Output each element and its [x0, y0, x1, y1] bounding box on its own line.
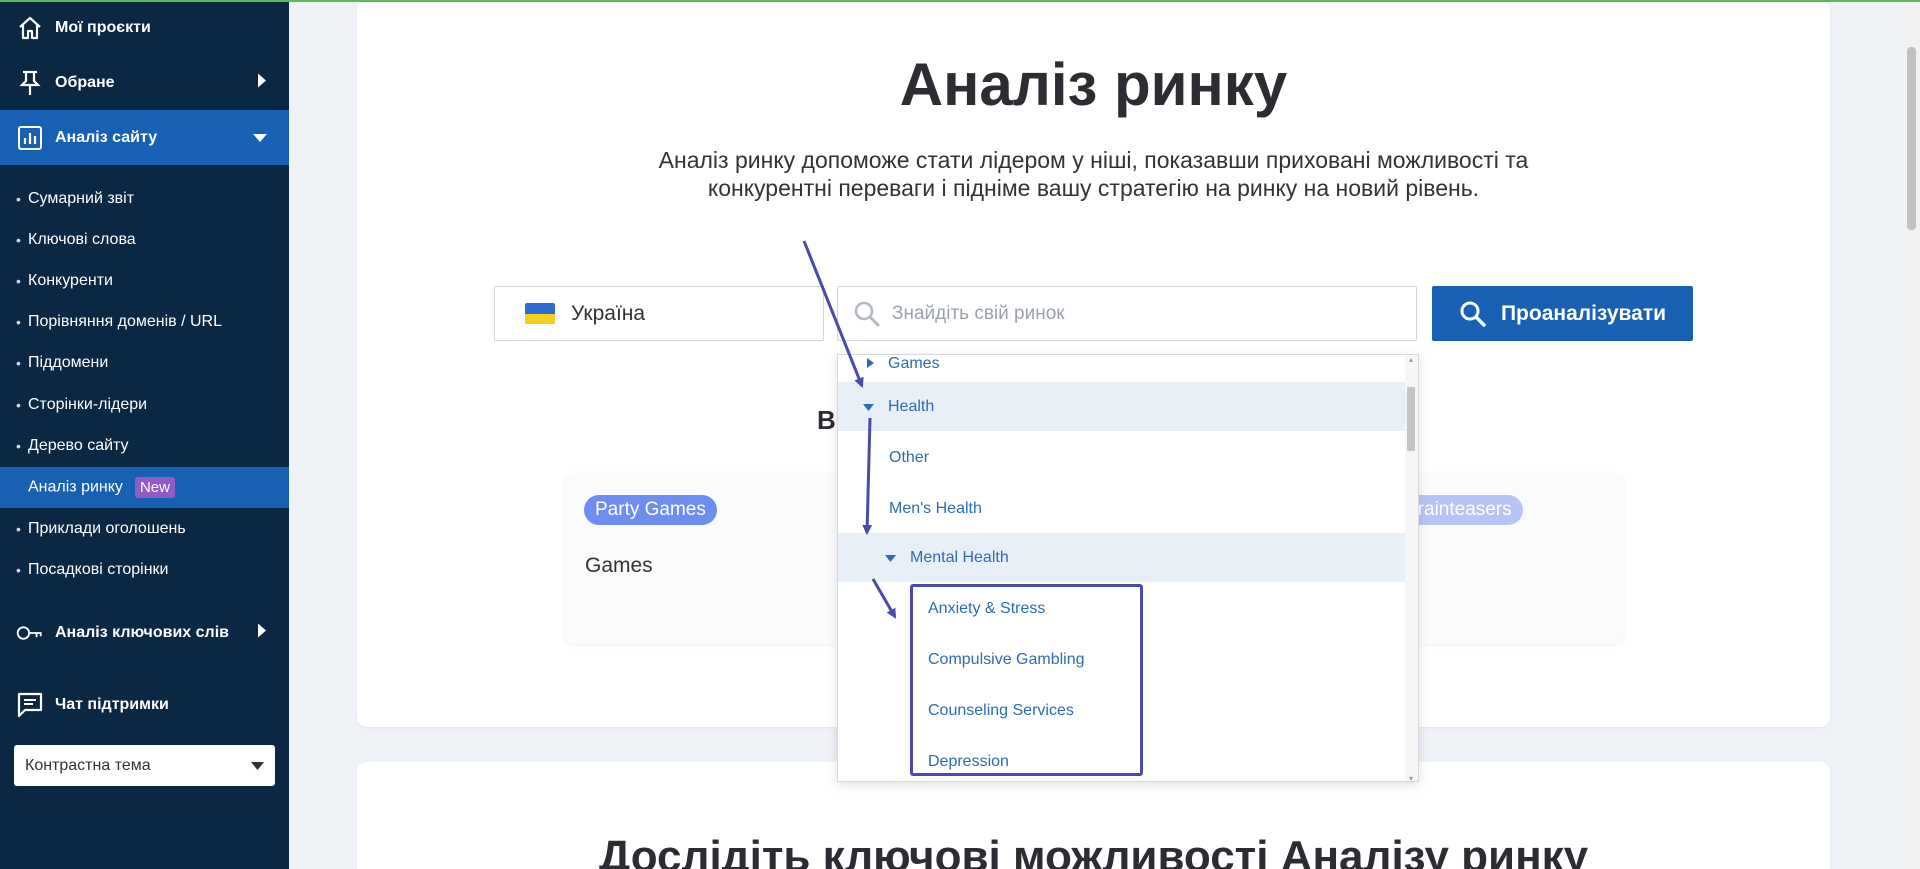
- dropdown-scrollbar[interactable]: ▴ ▾: [1405, 355, 1418, 781]
- analytics-icon: [16, 124, 44, 152]
- theme-select[interactable]: Контрастна тема: [14, 745, 275, 786]
- bullet-icon: •: [16, 313, 21, 330]
- features-title: Дослідіть ключові можливості Аналізу рин…: [598, 832, 1589, 869]
- sidebar-item-summary-report[interactable]: • Сумарний звіт: [0, 178, 289, 219]
- sidebar-item-label: Аналіз ринку New: [28, 477, 175, 498]
- dropdown-item-counseling-services[interactable]: Counseling Services: [838, 686, 1405, 735]
- sidebar-item-site-tree[interactable]: • Дерево сайту: [0, 425, 289, 466]
- sidebar-item-domain-comparison[interactable]: • Порівняння доменів / URL: [0, 301, 289, 342]
- nav-my-projects[interactable]: Мої проєкти: [0, 0, 289, 55]
- dropdown-item-label: Health: [888, 397, 935, 415]
- sidebar-item-keywords[interactable]: • Ключові слова: [0, 219, 289, 260]
- dropdown-item-anxiety-stress[interactable]: Anxiety & Stress: [838, 584, 1405, 633]
- country-select[interactable]: Україна: [494, 286, 824, 341]
- nav-keyword-analysis[interactable]: Аналіз ключових слів: [0, 605, 289, 660]
- dropdown-item-label: Other: [889, 448, 930, 466]
- nav-site-analysis[interactable]: Аналіз сайту: [0, 110, 289, 165]
- page-scrollbar[interactable]: [1903, 0, 1920, 869]
- chevron-down-icon: [253, 129, 267, 147]
- caret-right-icon: [867, 355, 874, 373]
- country-select-value: Україна: [571, 301, 646, 325]
- analyze-button-label: Проаналізувати: [1500, 301, 1667, 325]
- sidebar-item-label: Конкуренти: [28, 271, 113, 289]
- chevron-down-icon: [251, 757, 264, 775]
- dropdown-item-label: Games: [888, 354, 940, 372]
- sidebar-item-label: Порівняння доменів / URL: [28, 312, 222, 330]
- sidebar-item-label: Сумарний звіт: [28, 189, 135, 207]
- bullet-icon: •: [16, 354, 21, 371]
- dropdown-item-depression[interactable]: Depression: [838, 737, 1405, 781]
- key-icon: [16, 619, 44, 647]
- bullet-icon: •: [16, 561, 21, 578]
- pin-icon: [16, 69, 44, 97]
- theme-select-value: Контрастна тема: [25, 756, 151, 774]
- caret-down-icon: [863, 398, 874, 416]
- sidebar-item-competitors[interactable]: • Конкуренти: [0, 260, 289, 301]
- dropdown-item-label: Mental Health: [910, 548, 1009, 566]
- nav-support-chat-label: Чат підтримки: [55, 695, 169, 713]
- sidebar-item-ad-examples[interactable]: • Приклади оголошень: [0, 508, 289, 549]
- sidebar-item-label: Сторінки-лідери: [28, 395, 148, 413]
- nav-favorites-label: Обране: [55, 73, 115, 91]
- bullet-icon: •: [16, 231, 21, 248]
- sidebar-item-subdomains[interactable]: • Піддомени: [0, 342, 289, 383]
- dropdown-item-label: Depression: [928, 752, 1009, 770]
- bullet-icon: •: [16, 520, 21, 537]
- sidebar-item-top-pages[interactable]: • Сторінки-лідери: [0, 384, 289, 425]
- dropdown-item-label: Counseling Services: [928, 701, 1074, 719]
- page-scrollbar-thumb[interactable]: [1907, 47, 1916, 230]
- chat-icon: [16, 691, 44, 719]
- caret-down-icon: [885, 549, 896, 567]
- new-badge: New: [134, 477, 175, 498]
- nav-site-analysis-label: Аналіз сайту: [55, 128, 158, 146]
- bullet-icon: •: [16, 437, 21, 454]
- nav-my-projects-label: Мої проєкти: [55, 18, 151, 36]
- search-icon: [1459, 300, 1487, 328]
- ukraine-flag-icon: [525, 303, 555, 324]
- sidebar: Мої проєкти Обране Аналіз сайту • Сумарн…: [0, 0, 289, 869]
- dropdown-item-label: Anxiety & Stress: [928, 599, 1046, 617]
- sidebar-item-landing-pages[interactable]: • Посадкові сторінки: [0, 549, 289, 590]
- search-icon: [853, 300, 881, 333]
- bullet-icon: •: [16, 396, 21, 413]
- dropdown-item-label: Compulsive Gambling: [928, 650, 1085, 668]
- sidebar-item-label: Піддомени: [28, 353, 109, 371]
- page-title: Аналіз ринку: [899, 51, 1288, 118]
- dropdown-item-health[interactable]: Health: [838, 382, 1405, 431]
- home-icon: [16, 14, 44, 42]
- nav-keyword-analysis-label: Аналіз ключових слів: [55, 623, 229, 641]
- page-description: Аналіз ринку допоможе стати лідером у ні…: [658, 147, 1529, 201]
- chevron-right-icon: [257, 73, 267, 92]
- nav-favorites[interactable]: Обране: [0, 55, 289, 110]
- sidebar-item-market-analysis-text: Аналіз ринку: [28, 478, 123, 496]
- scroll-down-icon[interactable]: ▾: [1407, 774, 1415, 781]
- analyze-button[interactable]: Проаналізувати: [1432, 286, 1693, 341]
- bullet-icon: •: [16, 190, 21, 207]
- sidebar-item-label: Посадкові сторінки: [28, 560, 169, 578]
- market-search-input[interactable]: [892, 287, 1392, 340]
- category-pill[interactable]: Party Games: [584, 495, 717, 525]
- market-dropdown[interactable]: Games Health Other Men's Health Mental H…: [837, 354, 1419, 782]
- market-search-box[interactable]: [837, 286, 1417, 341]
- dropdown-item-other[interactable]: Other: [838, 433, 1405, 482]
- dropdown-scrollbar-thumb[interactable]: [1407, 387, 1415, 451]
- chevron-right-icon: [257, 623, 267, 642]
- category-name: Games: [585, 554, 653, 577]
- scroll-up-icon[interactable]: ▴: [1407, 355, 1415, 364]
- dropdown-item-label: Men's Health: [889, 499, 982, 517]
- dropdown-item-mens-health[interactable]: Men's Health: [838, 484, 1405, 533]
- top-accent-line: [0, 0, 1920, 2]
- sidebar-item-market-analysis[interactable]: Аналіз ринку New: [0, 467, 289, 508]
- sidebar-item-label: Дерево сайту: [28, 436, 129, 454]
- sidebar-item-label: Приклади оголошень: [28, 519, 186, 537]
- nav-support-chat[interactable]: Чат підтримки: [0, 677, 289, 732]
- bullet-icon: •: [16, 272, 21, 289]
- dropdown-item-mental-health[interactable]: Mental Health: [838, 533, 1405, 582]
- sidebar-item-label: Ключові слова: [28, 230, 136, 248]
- dropdown-item-compulsive-gambling[interactable]: Compulsive Gambling: [838, 635, 1405, 684]
